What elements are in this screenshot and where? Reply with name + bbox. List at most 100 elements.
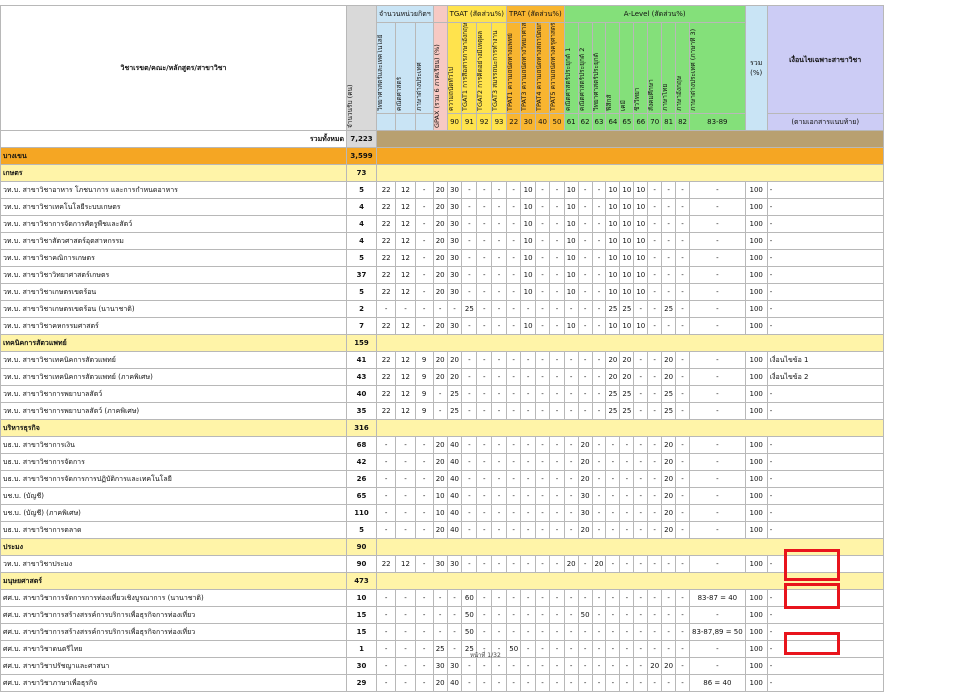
- score-cell: 20: [577, 453, 593, 471]
- score-cell: -: [591, 623, 607, 641]
- score-cell: -: [414, 487, 434, 505]
- score-cell: -: [689, 521, 746, 539]
- score-cell: 30: [446, 215, 463, 233]
- score-cell: 25: [619, 385, 635, 403]
- score-cell: 20: [661, 368, 677, 386]
- column-code: 93: [491, 113, 507, 131]
- score-cell: 20: [661, 470, 677, 488]
- score-cell: -: [605, 504, 621, 522]
- score-cell: -: [591, 181, 607, 199]
- score-cell: -: [661, 674, 677, 692]
- score-cell: 22: [375, 555, 397, 573]
- score-cell: -: [619, 640, 635, 658]
- score-cell: 12: [395, 181, 416, 199]
- score-cell: 100: [744, 317, 768, 335]
- score-cell: -: [520, 470, 536, 488]
- score-cell: -: [414, 181, 434, 199]
- score-cell: 100: [744, 249, 768, 267]
- score-cell: -: [619, 623, 635, 641]
- score-cell: -: [534, 351, 551, 369]
- column-header-seats: จำนวนรับ (คน): [346, 5, 377, 131]
- score-cell: -: [766, 555, 884, 573]
- score-cell: 100: [744, 198, 768, 216]
- score-cell: 20: [432, 198, 448, 216]
- score-cell: -: [549, 521, 565, 539]
- score-cell: -: [395, 300, 416, 318]
- score-cell: 22: [375, 368, 397, 386]
- column-header-unit: ภาษาต่างประเทศ: [414, 22, 434, 114]
- score-cell: 20: [432, 351, 448, 369]
- score-cell: 22: [375, 402, 397, 420]
- score-cell: -: [577, 300, 593, 318]
- score-cell: -: [577, 215, 593, 233]
- score-cell: 25: [446, 402, 463, 420]
- score-cell: -: [675, 249, 690, 267]
- score-cell: -: [647, 623, 663, 641]
- score-cell: 20: [577, 470, 593, 488]
- score-cell: -: [491, 385, 507, 403]
- score-cell: -: [577, 351, 593, 369]
- score-cell: 9: [414, 368, 434, 386]
- score-cell: -: [633, 487, 649, 505]
- score-cell: -: [395, 470, 416, 488]
- table-row: ศศ.บ. สาขาวิชาดนตรีไทย 1- - -25-25- -50- - - - -…: [0, 640, 884, 658]
- column-header-label: ฟิสิกส์: [606, 94, 614, 111]
- column-header-label: วิทยาศาสตร์ประยุกต์: [592, 53, 600, 111]
- score-cell: -: [505, 232, 522, 250]
- score-cell: 12: [395, 266, 416, 284]
- column-header-tgat: TGAT2 การคิดอย่างมีเหตุผล: [476, 22, 493, 114]
- score-cell: 100: [744, 368, 768, 386]
- score-cell: -: [647, 266, 663, 284]
- score-cell: -: [766, 385, 884, 403]
- score-cell: 12: [395, 215, 416, 233]
- score-cell: -: [491, 606, 507, 624]
- column-header-label: ภาษาไทย: [662, 83, 670, 111]
- score-cell: -: [534, 368, 551, 386]
- score-cell: -: [375, 657, 397, 675]
- score-cell: 86 = 40: [689, 674, 746, 692]
- score-cell: 10: [563, 283, 579, 301]
- score-cell: -: [461, 215, 478, 233]
- score-cell: -: [414, 623, 434, 641]
- score-cell: -: [395, 453, 416, 471]
- score-cell: -: [461, 504, 478, 522]
- score-cell: -: [619, 674, 635, 692]
- score-cell: -: [563, 402, 579, 420]
- column-header-conditions: เงื่อนไขเฉพาะสาขาวิชา: [766, 5, 884, 114]
- score-cell: -: [375, 300, 397, 318]
- score-cell: -: [414, 521, 434, 539]
- score-cell: -: [661, 232, 677, 250]
- score-cell: 100: [744, 453, 768, 471]
- score-cell: -: [647, 368, 663, 386]
- seat-count: 1: [346, 640, 377, 658]
- score-cell: -: [520, 300, 536, 318]
- score-cell: 10: [619, 215, 635, 233]
- score-cell: 10: [563, 215, 579, 233]
- score-cell: -: [476, 368, 493, 386]
- score-cell: -: [505, 521, 522, 539]
- column-header-total: รวม (%): [744, 5, 768, 131]
- score-cell: -: [505, 198, 522, 216]
- program-name: บธ.บ. สาขาวิชาการจัดการการปฏิบัติการและเ…: [0, 470, 347, 488]
- score-cell: 20: [619, 368, 635, 386]
- score-cell: 10: [633, 317, 649, 335]
- seat-count: 40: [346, 385, 377, 403]
- score-cell: -: [647, 504, 663, 522]
- score-cell: -: [549, 232, 565, 250]
- score-cell: -: [534, 640, 551, 658]
- score-cell: 10: [633, 198, 649, 216]
- score-cell: 25: [619, 402, 635, 420]
- score-cell: 12: [395, 249, 416, 267]
- score-cell: -: [476, 555, 493, 573]
- score-cell: 30: [446, 555, 463, 573]
- score-cell: -: [619, 487, 635, 505]
- score-cell: -: [534, 470, 551, 488]
- score-cell: -: [591, 215, 607, 233]
- score-cell: 30: [446, 181, 463, 199]
- score-cell: -: [491, 657, 507, 675]
- score-cell: 25: [461, 300, 478, 318]
- score-cell: -: [689, 266, 746, 284]
- score-cell: 10: [619, 249, 635, 267]
- score-cell: 100: [744, 640, 768, 658]
- score-cell: -: [491, 674, 507, 692]
